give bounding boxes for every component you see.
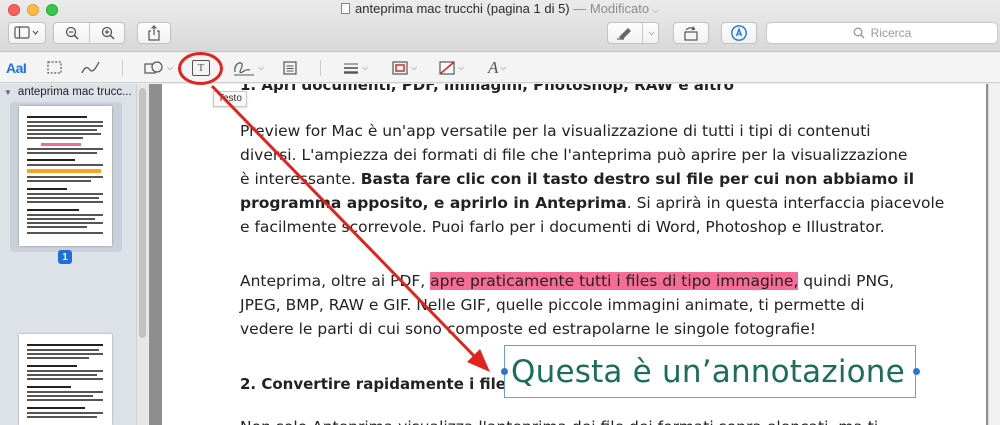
- page-thumbnail-1: [19, 106, 112, 246]
- font-icon: A: [488, 58, 499, 77]
- zoom-control: [53, 22, 125, 44]
- highlighter-icon: [617, 28, 631, 40]
- paragraph-line: vedere le parti di cui sono composte ed …: [240, 320, 817, 338]
- markup-toolbar-button[interactable]: [721, 22, 757, 44]
- line-style-tool[interactable]: ⌵: [342, 57, 368, 79]
- annotation-text[interactable]: Questa è un’annotazione: [511, 354, 905, 390]
- search-placeholder: Ricerca: [870, 26, 912, 40]
- chevron-down-icon: ⌵: [500, 63, 507, 72]
- text-run: quindi PNG,: [798, 272, 895, 290]
- shapes-tool[interactable]: ⌵: [143, 57, 173, 79]
- rectangular-selection-icon: [47, 61, 62, 74]
- text-tool-tooltip: Testo: [213, 91, 247, 107]
- markup-toolbar: AaI ⌵ T ⌵ ⌵ ⌵ ⌵ A ⌵: [0, 53, 1000, 83]
- paragraph-line: diversi. L'ampiezza dei formati di file …: [240, 146, 908, 164]
- border-color-tool[interactable]: ⌵: [391, 57, 417, 79]
- callout-circle: [178, 52, 223, 85]
- sidebar-icon: [14, 26, 39, 39]
- thumbnail-sidebar: ▼ anteprima mac trucc... 1: [0, 84, 148, 425]
- paragraph-line: JPEG, BMP, RAW e GIF. Nelle GIF, quelle …: [240, 296, 865, 314]
- zoom-out-button[interactable]: [54, 23, 90, 43]
- page-thumbnail-selected[interactable]: [10, 102, 122, 252]
- search-field[interactable]: Ricerca: [766, 22, 998, 44]
- heading-section-2: 2. Convertire rapidamente i file: [240, 375, 506, 393]
- paragraph-1: Preview for Mac è un'app versatile per l…: [240, 119, 944, 239]
- chevron-down-icon: ⌵: [411, 63, 418, 72]
- fill-color-tool[interactable]: ⌵: [438, 57, 464, 79]
- sidebar-scrollbar[interactable]: [136, 84, 148, 425]
- text-run: Anteprima, oltre ai PDF,: [240, 272, 431, 290]
- text-run: . Si aprirà in questa interfaccia piacev…: [626, 194, 945, 212]
- annotation-resize-handle-right[interactable]: [913, 368, 920, 375]
- page-thumbnail-2[interactable]: [19, 334, 112, 425]
- highlighted-text[interactable]: apre praticamente tutti i files di tipo …: [430, 272, 799, 290]
- heading-section-1: 1. Apri documenti, PDF, immagini, Photos…: [240, 84, 734, 94]
- document-scrollbar[interactable]: [988, 84, 1000, 425]
- paragraph-line: Non solo Anteprima visualizza l'anteprim…: [240, 415, 940, 425]
- sketch-tool[interactable]: [80, 57, 102, 79]
- note-tool[interactable]: [282, 57, 298, 79]
- zoom-in-icon: [101, 26, 115, 40]
- title-bar: anteprima mac trucchi (pagina 1 di 5) — …: [0, 0, 1000, 52]
- highlight-control: ⌵: [607, 22, 659, 44]
- window-title[interactable]: anteprima mac trucchi (pagina 1 di 5) — …: [0, 1, 1000, 16]
- text-selection-tool[interactable]: AaI: [6, 57, 27, 79]
- annotation-resize-handle-left[interactable]: [501, 368, 508, 375]
- zoom-in-button[interactable]: [90, 23, 126, 43]
- rotate-button[interactable]: [673, 22, 709, 44]
- document-icon: [341, 3, 351, 14]
- modified-status: — Modificato: [573, 1, 650, 16]
- fill-color-icon: [439, 61, 455, 75]
- chevron-down-icon: ⌵: [458, 63, 465, 72]
- paragraph-3: Non solo Anteprima visualizza l'anteprim…: [240, 415, 940, 425]
- zoom-out-icon: [65, 26, 79, 40]
- border-color-icon: [392, 61, 408, 75]
- sidebar-document-header[interactable]: ▼ anteprima mac trucc...: [4, 86, 132, 98]
- paragraph-line: Anteprima, oltre ai PDF, apre praticamen…: [240, 269, 940, 293]
- chevron-down-icon: ⌵: [648, 28, 655, 37]
- paragraph-line: è interessante. Basta fare clic con il t…: [240, 167, 940, 191]
- text-style-tool[interactable]: A ⌵: [488, 57, 506, 79]
- sketch-icon: [81, 61, 100, 74]
- paragraph-line: programma apposito, e aprirlo in Antepri…: [240, 191, 944, 215]
- sidebar-scroll-thumb[interactable]: [139, 88, 146, 338]
- highlight-button[interactable]: [608, 23, 642, 43]
- chevron-down-icon: ⌵: [167, 63, 174, 72]
- bold-text-run: Basta fare clic con il tasto destro sul …: [360, 170, 915, 188]
- markup-pen-circle-icon: [731, 25, 747, 41]
- share-icon: [148, 25, 160, 41]
- disclosure-triangle-icon[interactable]: ▼: [4, 88, 12, 97]
- paragraph-line: Preview for Mac è un'app versatile per l…: [240, 122, 871, 140]
- sign-tool[interactable]: ⌵: [232, 57, 264, 79]
- rectangular-selection-tool[interactable]: [46, 57, 64, 79]
- shapes-icon: [144, 61, 163, 74]
- paragraph-line: e facilmente scorrevole. Puoi farlo per …: [240, 218, 885, 236]
- text-run: è interessante.: [240, 170, 361, 188]
- signature-icon: [234, 62, 254, 76]
- paragraph-2: Anteprima, oltre ai PDF, apre praticamen…: [240, 269, 940, 341]
- note-icon: [283, 61, 297, 75]
- share-button[interactable]: [137, 22, 171, 44]
- line-style-icon: [344, 63, 358, 74]
- preview-window: anteprima mac trucchi (pagina 1 di 5) — …: [0, 0, 1000, 425]
- highlight-color-dropdown[interactable]: ⌵: [643, 23, 660, 43]
- search-icon: [853, 27, 865, 39]
- chevron-down-icon: ⌵: [362, 63, 369, 72]
- chevron-down-icon: ⌵: [652, 5, 659, 15]
- bold-text-run: programma apposito, e aprirlo in Antepri…: [240, 194, 627, 212]
- rotate-icon: [684, 26, 698, 41]
- chevron-down-icon: ⌵: [258, 63, 265, 72]
- text-selection-label: AaI: [6, 60, 27, 76]
- text-annotation-box[interactable]: Questa è un’annotazione: [504, 345, 916, 398]
- view-menu-button[interactable]: [8, 22, 46, 44]
- sidebar-document-name: anteprima mac trucc...: [17, 86, 132, 98]
- window-title-text: anteprima mac trucchi (pagina 1 di 5): [355, 1, 570, 16]
- page-number-badge: 1: [58, 250, 72, 264]
